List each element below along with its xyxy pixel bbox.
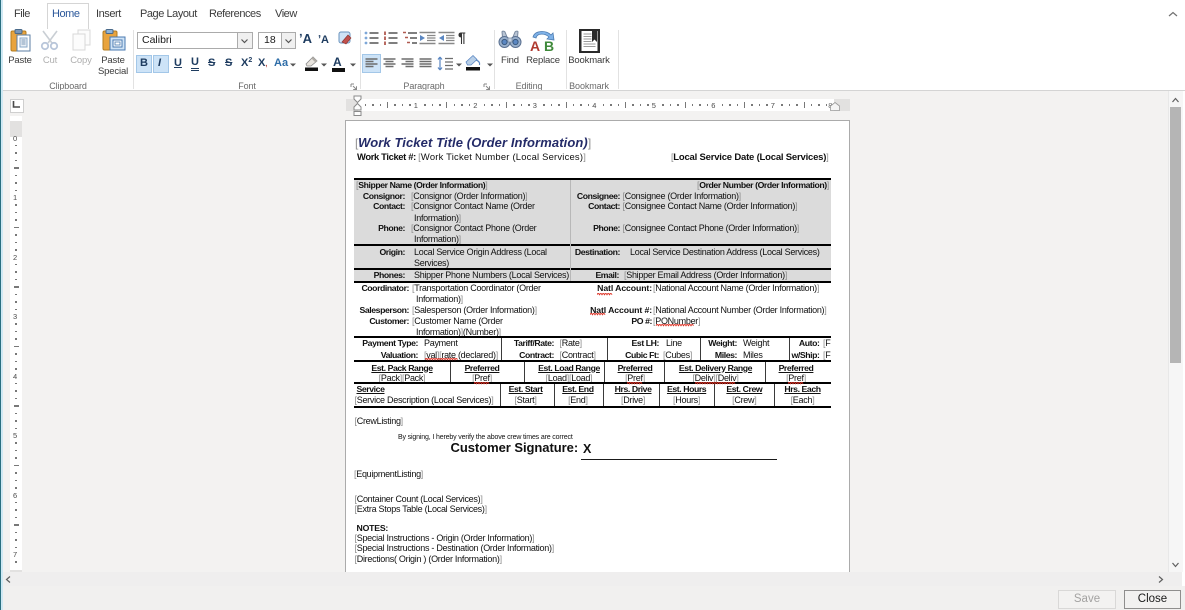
svg-text:B: B xyxy=(544,38,554,54)
svg-text:A: A xyxy=(530,38,540,54)
